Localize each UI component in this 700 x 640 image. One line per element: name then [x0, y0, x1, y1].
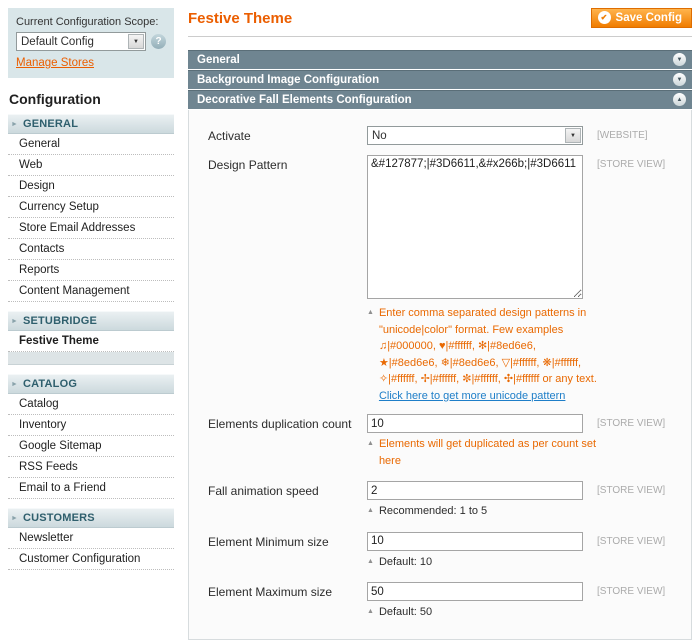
scope-badge: [STORE VIEW]: [597, 418, 666, 429]
sidebar-item-reports[interactable]: Reports: [8, 260, 174, 281]
sidebar-item-customer-configuration[interactable]: Customer Configuration: [8, 549, 174, 570]
decorative-fall-elements-fieldset: Activate No ▼ [WEBSITE] Design Pattern &…: [188, 110, 692, 640]
sidebar-section-header: ► CUSTOMERS: [8, 508, 174, 528]
note-marker-icon: ▲: [367, 507, 374, 514]
chevron-down-icon[interactable]: ▼: [565, 128, 581, 143]
field-row-elements-duplication-count: Elements duplication count [STORE VIEW]: [208, 414, 683, 433]
field-label: Element Maximum size: [208, 585, 333, 599]
note-text: Default: 50: [378, 606, 433, 618]
design-pattern-textarea[interactable]: &#127877;|#3D6611,&#x266b;|#3D6611: [367, 155, 583, 299]
sidebar-section-customers: ► CUSTOMERS Newsletter Customer Configur…: [8, 508, 174, 570]
field-label: Design Pattern: [208, 158, 288, 172]
scope-badge: [STORE VIEW]: [597, 535, 666, 547]
note-marker-icon: ▲: [367, 440, 374, 447]
field-label: Activate: [208, 129, 251, 143]
sidebar-item-content-management[interactable]: Content Management: [8, 281, 174, 302]
element-maximum-size-note: ▲ Default: 50: [367, 604, 597, 621]
note-marker-icon: ▲: [367, 309, 374, 316]
field-row-element-minimum-size: Element Minimum size [STORE VIEW]: [208, 531, 683, 551]
fall-animation-speed-note: ▲ Recommended: 1 to 5: [367, 503, 597, 520]
accordion-general[interactable]: General ▼: [188, 50, 692, 69]
elements-duplication-note: ▲ Elements will get duplicated as per co…: [367, 436, 597, 469]
note-marker-icon: ▲: [367, 608, 374, 615]
page-title: Festive Theme: [188, 10, 293, 27]
sidebar-item-currency-setup[interactable]: Currency Setup: [8, 197, 174, 218]
field-label: Fall animation speed: [208, 484, 319, 498]
sidebar-section-header: ► SETUBRIDGE: [8, 311, 174, 331]
sidebar-item-email-to-a-friend[interactable]: Email to a Friend: [8, 478, 174, 499]
elements-duplication-count-input[interactable]: [367, 414, 583, 433]
help-icon[interactable]: ?: [151, 34, 166, 49]
element-maximum-size-input[interactable]: [367, 582, 583, 601]
field-label: Element Minimum size: [208, 534, 329, 549]
sidebar-section-header: ► GENERAL: [8, 114, 174, 134]
fall-animation-speed-input[interactable]: [367, 481, 583, 500]
sidebar-item-rss-feeds[interactable]: RSS Feeds: [8, 457, 174, 478]
chevron-down-icon[interactable]: ▼: [673, 53, 686, 66]
sidebar-section-general: ► GENERAL General Web Design Currency Se…: [8, 114, 174, 302]
arrow-right-icon: ►: [11, 317, 18, 325]
chevron-down-icon[interactable]: ▼: [673, 73, 686, 86]
activate-select-value: No: [372, 129, 387, 142]
design-pattern-note-text: Enter comma separated design patterns in…: [378, 307, 597, 385]
manage-stores-link[interactable]: Manage Stores: [16, 57, 94, 69]
field-row-design-pattern: Design Pattern &#127877;|#3D6611,&#x266b…: [208, 155, 683, 302]
arrow-right-icon: ►: [11, 380, 18, 388]
sidebar-item-festive-theme[interactable]: Festive Theme: [8, 331, 174, 352]
element-minimum-size-input[interactable]: [367, 531, 583, 551]
sidebar-item-store-email-addresses[interactable]: Store Email Addresses: [8, 218, 174, 239]
sidebar-item-web[interactable]: Web: [8, 155, 174, 176]
arrow-right-icon: ►: [11, 120, 18, 128]
configuration-scope-panel: Current Configuration Scope: Default Con…: [8, 8, 174, 78]
scope-badge: [STORE VIEW]: [597, 485, 666, 496]
sidebar-item-google-sitemap[interactable]: Google Sitemap: [8, 436, 174, 457]
configuration-page: Current Configuration Scope: Default Con…: [0, 0, 700, 640]
sidebar-title: Configuration: [9, 91, 101, 107]
save-icon: ✔: [597, 11, 611, 24]
scope-badge: [STORE VIEW]: [597, 586, 666, 597]
activate-select[interactable]: No ▼: [367, 126, 583, 145]
field-label: Elements duplication count: [208, 417, 352, 431]
scope-select-value: Default Config: [21, 35, 94, 48]
chevron-up-icon[interactable]: ▲: [673, 93, 686, 106]
note-text: Default: 10: [378, 555, 433, 568]
accordion-decorative-fall-elements[interactable]: Decorative Fall Elements Configuration ▲: [188, 90, 692, 109]
chevron-down-icon[interactable]: ▼: [128, 34, 144, 49]
scope-label: Current Configuration Scope:: [16, 16, 159, 28]
scope-badge: [STORE VIEW]: [597, 159, 666, 170]
sidebar-item-catalog[interactable]: Catalog: [8, 394, 174, 415]
save-config-button[interactable]: ✔ Save Config: [590, 8, 692, 28]
field-row-activate: Activate No ▼ [WEBSITE]: [208, 126, 683, 145]
sidebar-section-header: ► CATALOG: [8, 374, 174, 394]
field-row-fall-animation-speed: Fall animation speed [STORE VIEW]: [208, 481, 683, 500]
sidebar-section-setubridge: ► SETUBRIDGE Festive Theme: [8, 311, 174, 365]
field-row-element-maximum-size: Element Maximum size [STORE VIEW]: [208, 582, 683, 601]
unicode-pattern-link[interactable]: Click here to get more unicode pattern: [379, 390, 566, 402]
note-text: Recommended: 1 to 5: [378, 505, 488, 517]
sidebar-item-newsletter[interactable]: Newsletter: [8, 528, 174, 549]
sidebar-section-catalog: ► CATALOG Catalog Inventory Google Sitem…: [8, 374, 174, 499]
sidebar-item-inventory[interactable]: Inventory: [8, 415, 174, 436]
accordion-background-image-configuration[interactable]: Background Image Configuration ▼: [188, 70, 692, 89]
main-content: Festive Theme ✔ Save Config General ▼ Ba…: [188, 8, 692, 640]
scope-badge: [WEBSITE]: [597, 130, 648, 141]
page-header: Festive Theme ✔ Save Config: [188, 8, 692, 37]
element-minimum-size-note: ▲ Default: 10: [367, 554, 597, 571]
sidebar-item-general[interactable]: General: [8, 134, 174, 155]
scope-select[interactable]: Default Config ▼: [16, 32, 146, 51]
design-pattern-note: ▲ Enter comma separated design patterns …: [367, 305, 597, 404]
sidebar-item-contacts[interactable]: Contacts: [8, 239, 174, 260]
sidebar-item-design[interactable]: Design: [8, 176, 174, 197]
arrow-right-icon: ►: [11, 514, 18, 522]
sidebar-spacer: [8, 352, 174, 365]
save-config-label: Save Config: [615, 11, 682, 24]
note-text: Elements will get duplicated as per coun…: [378, 438, 596, 467]
note-marker-icon: ▲: [367, 557, 374, 565]
sidebar: Current Configuration Scope: Default Con…: [8, 8, 174, 640]
